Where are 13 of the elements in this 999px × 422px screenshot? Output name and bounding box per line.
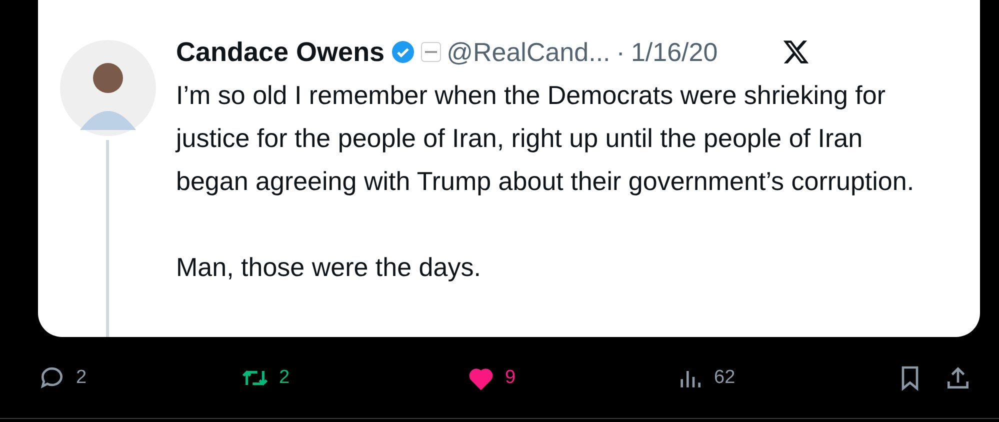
post-text: Man, those were the days.	[176, 251, 482, 284]
repost-button[interactable]: 2	[241, 363, 290, 393]
user-handle[interactable]: @RealCand...	[446, 32, 610, 72]
post-date[interactable]: 1/16/20	[630, 32, 718, 72]
views-button[interactable]: 62	[676, 363, 736, 393]
post-text: I’m so old I remember when the Democrats were shrieking for justice for the people of Iran, right up until the people of Iran began agreeing with Trump about their government’s corruption.	[176, 79, 916, 198]
like-button[interactable]: 9	[467, 363, 516, 393]
author-name[interactable]: Candace Owens	[176, 32, 385, 72]
separator-dot: ·	[616, 36, 625, 68]
affiliate-badge-icon	[420, 42, 441, 62]
reply-button[interactable]: 2	[38, 363, 87, 393]
avatar-icon[interactable]	[60, 40, 156, 136]
x-logo-icon[interactable]	[782, 38, 810, 66]
